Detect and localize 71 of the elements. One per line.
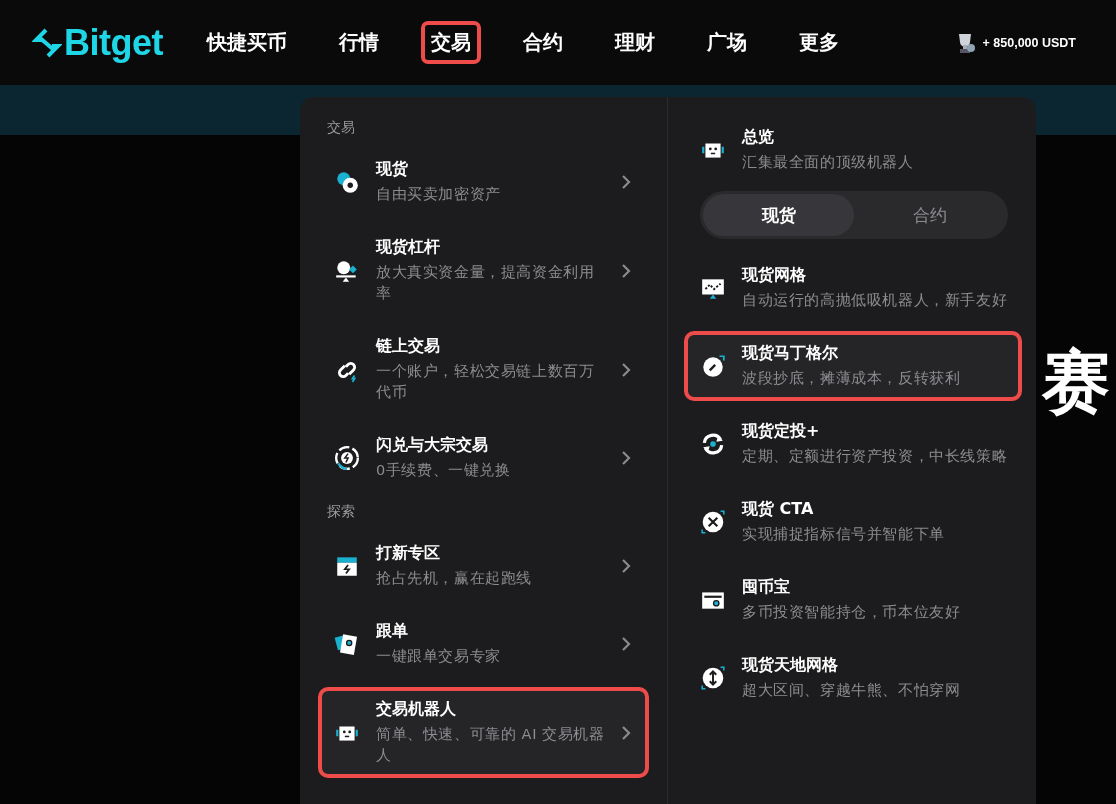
menu-item[interactable]: 打新专区 抢占先机，赢在起跑线 [318, 531, 649, 602]
coins-icon [334, 169, 360, 195]
item-description: 实现捕捉指标信号并智能下单 [742, 525, 946, 545]
item-description: 放大真实资金量，提高资金利用率 [376, 263, 596, 304]
item-title: 现货天地网格 [742, 655, 839, 677]
chevron-right-icon [621, 451, 631, 466]
menu-item[interactable]: 链上交易 一个账户，轻松交易链上数百万代币 [318, 324, 649, 416]
nav-link[interactable]: 交易 [421, 21, 481, 64]
item-description: 自由买卖加密资产 [376, 185, 502, 204]
segment-tab[interactable]: 合约 [854, 194, 1005, 236]
item-title: 闪兑与大宗交易 [376, 435, 489, 457]
item-title: 现货马丁格尔 [742, 343, 839, 365]
nav-link[interactable]: 合约 [513, 21, 573, 64]
item-title: 现货定投+ [742, 421, 821, 443]
menu-item[interactable]: 囤币宝 多币投资智能持仓，币本位友好 [684, 565, 1022, 636]
item-description: 简单、快速、可靠的 AI 交易机器人 [376, 725, 605, 766]
item-title: 现货 CTA [742, 499, 815, 521]
chevron-right-icon [621, 637, 631, 652]
item-description: 波段抄底，摊薄成本，反转获利 [742, 369, 962, 389]
gauge-icon [700, 353, 726, 380]
menu-item[interactable]: 现货 CTA 实现捕捉指标信号并智能下单 [684, 487, 1022, 558]
chevron-right-icon [621, 559, 631, 574]
item-description: 一键跟单交易专家 [376, 647, 502, 667]
item-title: 囤币宝 [742, 577, 791, 599]
item-description: 多币投资智能持仓，币本位友好 [742, 603, 962, 623]
menu-item[interactable]: 现货马丁格尔 波段抄底，摊薄成本，反转获利 [684, 331, 1022, 402]
reward-amount[interactable]: + 850,000 USDT [982, 35, 1076, 50]
item-title: 打新专区 [376, 543, 441, 565]
nav-link[interactable]: 快捷买币 [197, 21, 297, 64]
chevron-right-icon [621, 725, 631, 740]
menu-item[interactable]: 现货定投+ 定期、定额进行资产投资，中长线策略 [684, 409, 1022, 480]
nav-link[interactable]: 行情 [329, 21, 389, 64]
item-description: 自动运行的高抛低吸机器人，新手友好 [742, 291, 1008, 310]
menu-item[interactable]: 闪兑与大宗交易 0手续费、一键兑换 [318, 423, 649, 494]
menu-item[interactable]: 现货天地网格 超大区间、穿越牛熊、不怕穿网 [684, 643, 1022, 714]
logo-icon [32, 27, 62, 58]
nav-link[interactable]: 广场 [697, 21, 757, 64]
item-description: 0手续费、一键兑换 [376, 461, 512, 481]
cross-arrows-icon [700, 509, 726, 536]
menu-item[interactable]: 现货网格 自动运行的高抛低吸机器人，新手友好 [684, 253, 1022, 324]
chevron-right-icon [621, 362, 631, 377]
background-heading: 赛 [1042, 348, 1110, 416]
item-description: 抢占先机，赢在起跑线 [376, 569, 533, 589]
nav-link[interactable]: 更多 [789, 21, 849, 64]
menu-item[interactable]: 总览 汇集最全面的顶级机器人 [684, 115, 1022, 185]
item-description: 汇集最全面的顶级机器人 [742, 153, 915, 172]
menu-item[interactable]: 现货 自由买卖加密资产 [318, 147, 649, 217]
section-heading: 交易 [326, 118, 356, 137]
cards-icon [334, 631, 360, 658]
item-title: 现货杠杆 [376, 237, 441, 258]
menu-item[interactable]: 跟单 一键跟单交易专家 [318, 609, 649, 680]
refresh-icon [700, 431, 726, 458]
nav-link[interactable]: 理财 [605, 21, 665, 64]
item-title: 交易机器人 [376, 699, 457, 721]
segment-tab[interactable]: 现货 [703, 194, 854, 236]
item-description: 一个账户，轻松交易链上数百万代币 [376, 362, 596, 403]
chevron-right-icon [621, 263, 631, 278]
item-title: 链上交易 [376, 336, 441, 358]
item-title: 现货网格 [742, 265, 807, 286]
lightning-coin-icon [334, 445, 360, 472]
item-title: 跟单 [376, 621, 409, 643]
logo-text[interactable]: Bitget [64, 21, 163, 64]
menu-item[interactable]: 现货杠杆 放大真实资金量，提高资金利用率 [318, 225, 649, 317]
item-title: 现货 [376, 159, 409, 180]
menu-item[interactable]: 交易机器人 简单、快速、可靠的 AI 交易机器人 [318, 687, 649, 779]
item-description: 超大区间、穿越牛熊、不怕穿网 [742, 681, 962, 701]
up-down-icon [700, 665, 726, 692]
item-title: 总览 [742, 127, 775, 148]
item-description: 定期、定额进行资产投资，中长线策略 [742, 447, 1008, 467]
chevron-right-icon [621, 175, 631, 189]
section-heading: 探索 [326, 502, 356, 522]
